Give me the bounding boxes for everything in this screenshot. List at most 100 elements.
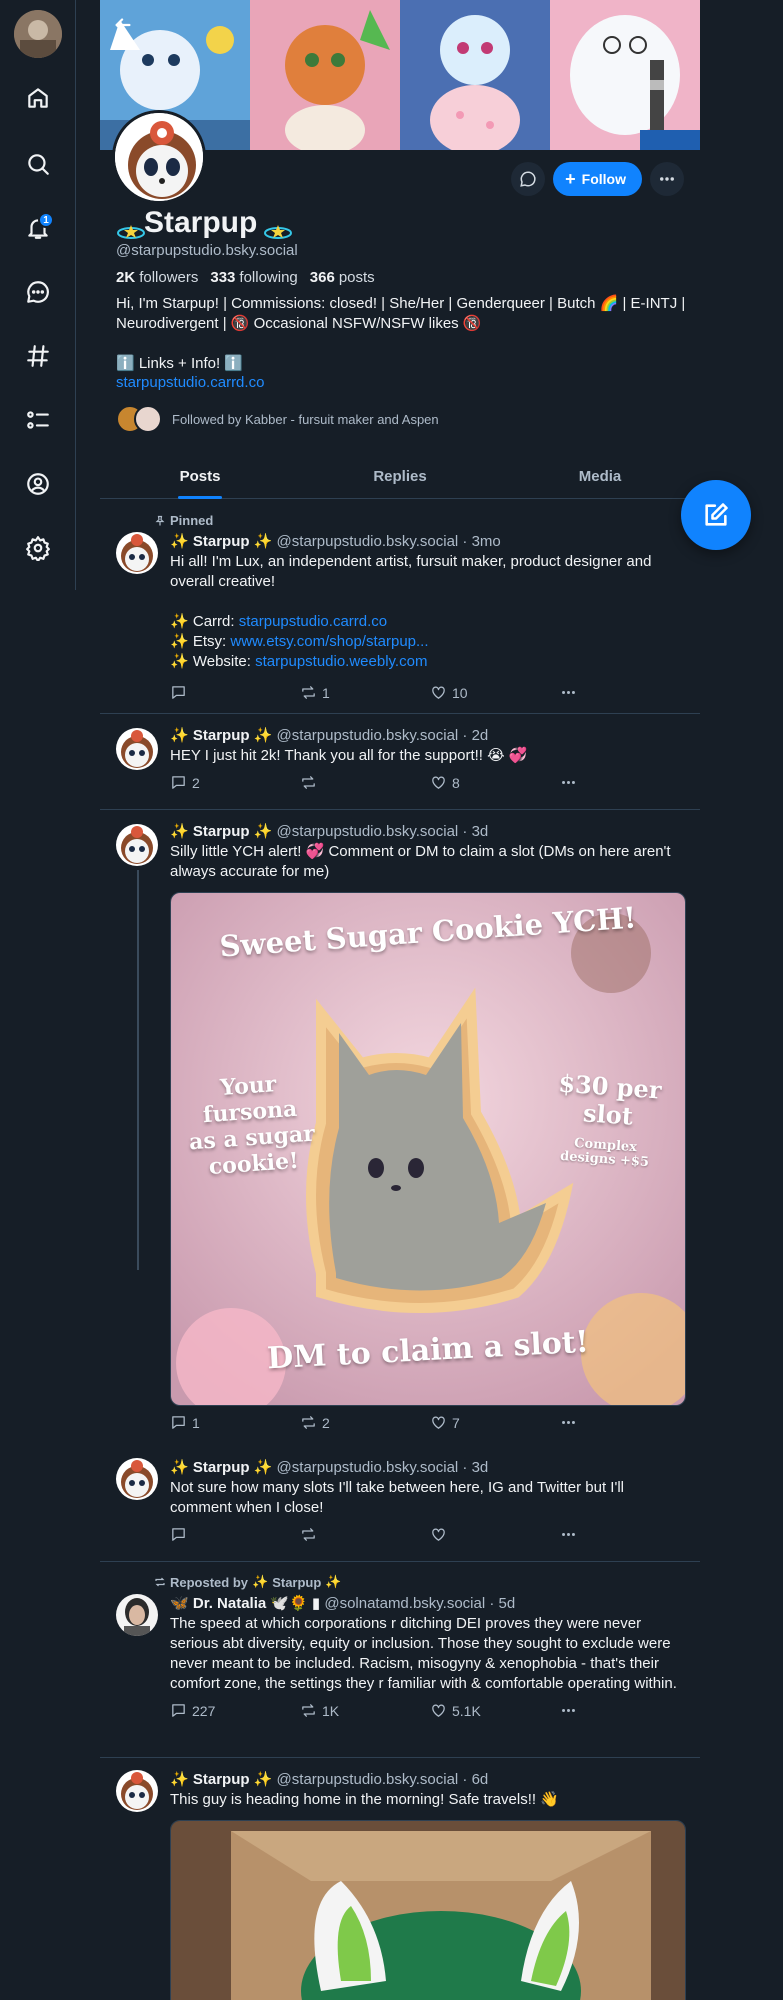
like-button[interactable]: 7 [430, 1414, 560, 1431]
post-more-button[interactable] [560, 1414, 577, 1431]
feed-post[interactable]: ✨ Starpup ✨ @starpupstudio.bsky.social ·… [100, 1758, 700, 2000]
profile-avatar[interactable] [112, 110, 206, 204]
following-count: 333 [210, 269, 236, 286]
author-name[interactable]: Starpup [193, 533, 250, 550]
repost-button[interactable]: 1K [300, 1702, 430, 1719]
post-time: · 5d [489, 1595, 516, 1612]
banner-art-panel [250, 0, 400, 150]
post-more-button[interactable] [560, 1526, 577, 1543]
post-meta: ✨ Starpup ✨ @starpupstudio.bsky.social ·… [170, 1771, 489, 1788]
post-text: Not sure how many slots I'll take betwee… [170, 1479, 624, 1516]
reply-button[interactable]: 1 [170, 1414, 300, 1431]
posts-label: posts [338, 269, 375, 286]
list-icon [27, 411, 49, 429]
post-link-line: ✨ Etsy: www.etsy.com/shop/starpup... [170, 633, 429, 650]
arrow-left-icon [115, 18, 131, 32]
author-name[interactable]: Starpup [193, 1771, 250, 1788]
followers-stat[interactable]: 2K followers [116, 269, 198, 286]
feed-post[interactable]: ✨ Starpup ✨ @starpupstudio.bsky.social ·… [100, 1450, 700, 1562]
profile-nav-button[interactable] [16, 462, 60, 506]
following-stat[interactable]: 333 following [210, 269, 297, 286]
author-handle[interactable]: @starpupstudio.bsky.social [277, 727, 459, 744]
author-handle[interactable]: @starpupstudio.bsky.social [277, 1771, 459, 1788]
like-button[interactable]: 5.1K [430, 1702, 560, 1719]
post-more-button[interactable] [560, 684, 577, 701]
avatar[interactable] [116, 728, 158, 770]
ellipsis-icon [660, 177, 674, 181]
current-user-avatar[interactable] [14, 10, 62, 58]
heart-icon [432, 686, 445, 699]
repost-icon [302, 1704, 315, 1717]
author-handle[interactable]: @starpupstudio.bsky.social [277, 533, 459, 550]
profile-header: + Follow Starpup @starpupstudio.bsky.soc… [100, 0, 700, 499]
settings-nav-button[interactable] [16, 526, 60, 570]
post-more-button[interactable] [560, 774, 577, 791]
profile-tabs: Posts Replies Media [100, 455, 700, 499]
posts-stat: 366 posts [310, 269, 375, 286]
tab-posts[interactable]: Posts [100, 455, 300, 499]
author-name[interactable]: Dr. Natalia 🕊️🌻 ▮ [193, 1595, 320, 1612]
author-handle[interactable]: @solnatamd.bsky.social [324, 1595, 485, 1612]
feed-post[interactable]: ✨ Starpup ✨ @starpupstudio.bsky.social ·… [100, 714, 700, 810]
comment-icon [172, 1416, 185, 1429]
feeds-nav-button[interactable] [16, 334, 60, 378]
post-meta: ✨ Starpup ✨ @starpupstudio.bsky.social ·… [170, 1459, 489, 1476]
avatar[interactable] [116, 1770, 158, 1812]
follow-button[interactable]: + Follow [553, 162, 642, 196]
author-name[interactable]: Starpup [193, 823, 250, 840]
post-actions [170, 1526, 686, 1543]
profile-link[interactable]: starpupstudio.carrd.co [116, 374, 686, 391]
like-button[interactable] [430, 1526, 560, 1543]
post-image[interactable] [170, 1820, 686, 2000]
like-button[interactable]: 10 [430, 684, 560, 701]
reply-button[interactable]: 227 [170, 1702, 300, 1719]
followed-by-row[interactable]: Followed by Kabber - fursuit maker and A… [116, 405, 686, 433]
repost-label[interactable]: Reposted by ✨ Starpup ✨ [154, 1574, 342, 1590]
posts-count: 366 [309, 269, 335, 286]
chat-nav-button[interactable] [16, 270, 60, 314]
message-button[interactable] [511, 162, 546, 196]
repost-button[interactable] [300, 1526, 430, 1543]
notifications-nav-button[interactable]: 1 [16, 206, 60, 250]
tab-replies[interactable]: Replies [300, 455, 500, 498]
feed-post[interactable]: Pinned ✨ Starpup ✨ @starpupstudio.bsky.s… [100, 500, 700, 714]
author-handle[interactable]: @starpupstudio.bsky.social [277, 1459, 459, 1476]
feed-post[interactable]: Reposted by ✨ Starpup ✨ 🦋 Dr. Natalia 🕊️… [100, 1562, 700, 1758]
post-link[interactable]: starpupstudio.carrd.co [239, 613, 387, 630]
reply-button[interactable] [170, 684, 300, 701]
reply-button[interactable]: 2 [170, 774, 300, 791]
tab-media[interactable]: Media [500, 455, 700, 498]
repost-button[interactable]: 2 [300, 1414, 430, 1431]
post-meta: ✨ Starpup ✨ @starpupstudio.bsky.social ·… [170, 533, 501, 550]
post-link[interactable]: starpupstudio.weebly.com [255, 653, 427, 670]
feed-post[interactable]: ✨ Starpup ✨ @starpupstudio.bsky.social ·… [100, 810, 700, 1450]
post-actions: 1 2 7 [170, 1414, 686, 1431]
author-handle[interactable]: @starpupstudio.bsky.social [277, 823, 459, 840]
avatar[interactable] [116, 1458, 158, 1500]
search-icon [28, 154, 49, 175]
image-left-text: Your fursona as a sugar cookie! [188, 1071, 316, 1181]
home-nav-button[interactable] [16, 76, 60, 120]
profile-actions: + Follow [511, 162, 684, 196]
post-more-button[interactable] [560, 1702, 577, 1719]
back-button[interactable] [108, 10, 138, 40]
repost-button[interactable] [300, 774, 430, 791]
avatar[interactable] [116, 532, 158, 574]
repost-button[interactable]: 1 [300, 684, 430, 701]
reply-button[interactable] [170, 1526, 300, 1543]
more-options-button[interactable] [650, 162, 684, 196]
like-button[interactable]: 8 [430, 774, 560, 791]
avatar[interactable] [116, 824, 158, 866]
followed-by-avatars [116, 405, 162, 433]
post-image[interactable]: Sweet Sugar Cookie YCH! Your fursona as … [170, 892, 686, 1406]
author-name[interactable]: Starpup [193, 1459, 250, 1476]
notification-badge: 1 [38, 212, 54, 228]
repost-icon [302, 776, 315, 789]
avatar[interactable] [116, 1594, 158, 1636]
post-link[interactable]: www.etsy.com/shop/starpup... [230, 633, 428, 650]
comment-icon [172, 776, 185, 789]
author-name[interactable]: Starpup [193, 727, 250, 744]
lists-nav-button[interactable] [16, 398, 60, 442]
post-actions: 1 10 [170, 684, 686, 701]
search-nav-button[interactable] [16, 142, 60, 186]
